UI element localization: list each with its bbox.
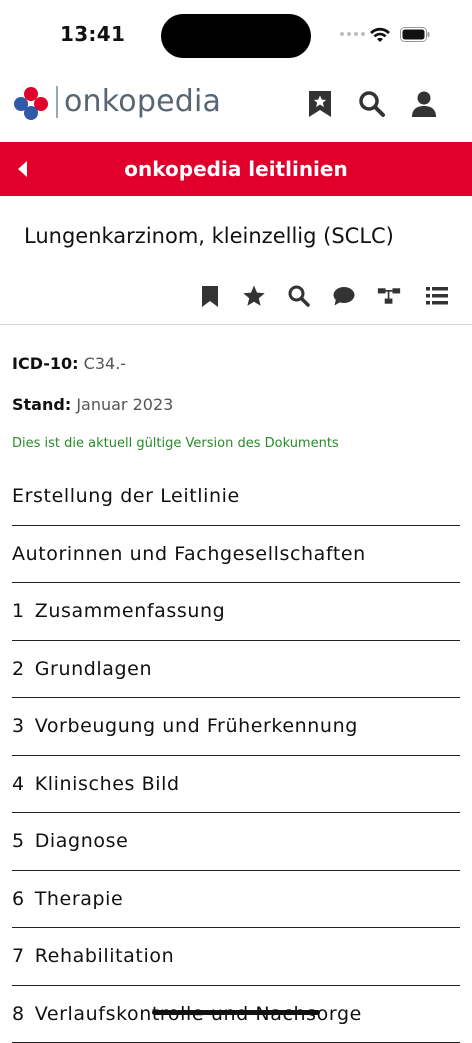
dynamic-island (161, 14, 311, 58)
toolbar-divider (0, 324, 472, 325)
toc-item-label: Autorinnen und Fachgesellschaften (12, 543, 366, 565)
document-title: Lungenkarzinom, kleinzellig (SCLC) (24, 224, 394, 248)
status-bar: 13:41 (0, 0, 472, 70)
nav-title: onkopedia leitlinien (0, 142, 472, 196)
toc-item-label: Diagnose (35, 830, 129, 852)
table-of-contents: Erstellung der Leitlinie Autorinnen und … (12, 468, 460, 1043)
wifi-icon (368, 24, 392, 44)
toc-item-number: 7 (12, 945, 25, 967)
comment-icon[interactable] (332, 284, 356, 308)
stand-value: Januar 2023 (76, 395, 173, 414)
logo-divider (56, 86, 58, 118)
toc-item-label: Rehabilitation (35, 945, 175, 967)
logo-mark-icon (14, 85, 48, 119)
toc-item-number: 8 (12, 1003, 25, 1025)
toc-item-rehabilitation[interactable]: 7 Rehabilitation (12, 928, 460, 986)
document-toolbar (0, 280, 472, 324)
sitemap-icon[interactable] (377, 284, 401, 308)
icd-row: ICD-10: C34.- (12, 354, 126, 373)
stand-label: Stand: (12, 395, 71, 414)
toc-item-klinisches-bild[interactable]: 4 Klinisches Bild (12, 756, 460, 814)
toc-item-number: 3 (12, 715, 25, 737)
section-nav-bar: onkopedia leitlinien (0, 142, 472, 196)
toc-item-label: Klinisches Bild (35, 773, 180, 795)
star-icon[interactable] (242, 284, 266, 308)
toc-item-number: 2 (12, 658, 25, 680)
toc-item-therapie[interactable]: 6 Therapie (12, 871, 460, 929)
toc-item-number: 6 (12, 888, 25, 910)
toc-item-label: Zusammenfassung (35, 600, 226, 622)
valid-version-note: Dies ist die aktuell gültige Version des… (12, 436, 339, 451)
toc-item-vorbeugung[interactable]: 3 Vorbeugung und Früherkennung (12, 698, 460, 756)
search-icon[interactable] (358, 90, 386, 118)
stand-row: Stand: Januar 2023 (12, 395, 173, 414)
toc-item-grundlagen[interactable]: 2 Grundlagen (12, 641, 460, 699)
toc-item-label: Therapie (35, 888, 124, 910)
home-indicator[interactable] (152, 1010, 320, 1015)
toc-item-diagnose[interactable]: 5 Diagnose (12, 813, 460, 871)
toc-item-number: 5 (12, 830, 25, 852)
onkopedia-logo[interactable]: onkopedia (14, 84, 221, 119)
toc-item-number: 1 (12, 600, 25, 622)
toc-item-number: 4 (12, 773, 25, 795)
cellular-signal-icon (340, 32, 365, 36)
logo-text: onkopedia (64, 84, 221, 119)
toc-item-zusammenfassung[interactable]: 1 Zusammenfassung (12, 583, 460, 641)
icd-label: ICD-10: (12, 354, 79, 373)
search-icon[interactable] (287, 284, 311, 308)
icd-value: C34.- (84, 354, 126, 373)
list-icon[interactable] (425, 284, 449, 308)
bookmark-star-icon[interactable] (306, 90, 334, 118)
toc-item-autorinnen[interactable]: Autorinnen und Fachgesellschaften (12, 526, 460, 584)
toc-item-label: Erstellung der Leitlinie (12, 485, 240, 507)
toc-item-label: Grundlagen (35, 658, 152, 680)
toc-item-erstellung[interactable]: Erstellung der Leitlinie (12, 468, 460, 526)
app-header: onkopedia (0, 70, 472, 142)
bookmark-icon[interactable] (198, 284, 222, 308)
toc-item-label: Vorbeugung und Früherkennung (35, 715, 358, 737)
battery-icon (400, 27, 430, 42)
status-time: 13:41 (60, 22, 125, 46)
user-icon[interactable] (410, 90, 438, 118)
